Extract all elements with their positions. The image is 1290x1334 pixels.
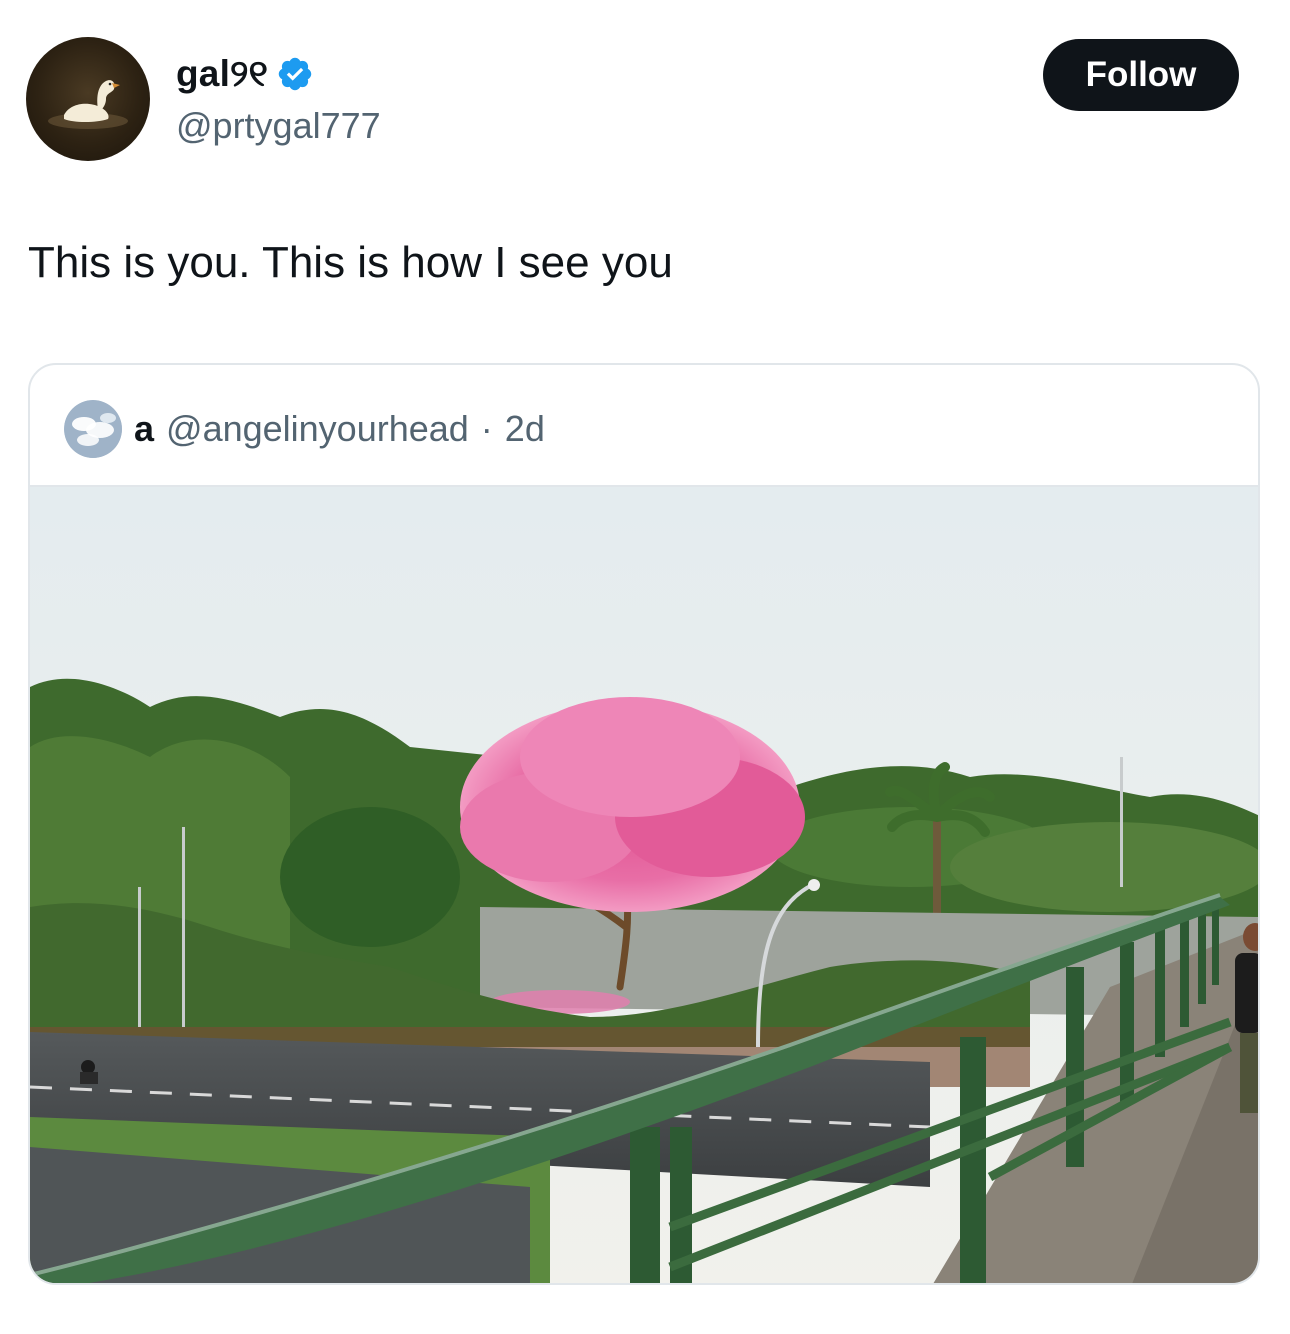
tweet-text: This is you. This is how I see you: [28, 238, 673, 287]
quoted-author-handle[interactable]: @angelinyourhead: [166, 407, 469, 451]
quoted-tweet-separator: ·: [480, 408, 493, 449]
author-display-name[interactable]: gal୨୧: [176, 52, 268, 96]
cloud-sky-icon: [64, 400, 122, 458]
verified-badge-icon: [276, 55, 314, 93]
quoted-tweet-time[interactable]: 2d: [505, 407, 545, 451]
quoted-tweet-header: a @angelinyourhead · 2d: [64, 399, 545, 459]
quoted-tweet-photo[interactable]: [30, 485, 1258, 1283]
quoted-author-avatar[interactable]: [64, 400, 122, 458]
quoted-tweet-card[interactable]: a @angelinyourhead · 2d: [28, 363, 1260, 1285]
photo-pink-tree-overpass: [30, 487, 1258, 1283]
author-display-name-row[interactable]: gal୨୧: [176, 52, 314, 96]
author-avatar[interactable]: [26, 37, 150, 161]
follow-button[interactable]: Follow: [1043, 39, 1239, 111]
author-handle[interactable]: @prtygal777: [176, 104, 381, 148]
quoted-author-name[interactable]: a: [134, 407, 154, 451]
swan-icon: [48, 80, 128, 129]
